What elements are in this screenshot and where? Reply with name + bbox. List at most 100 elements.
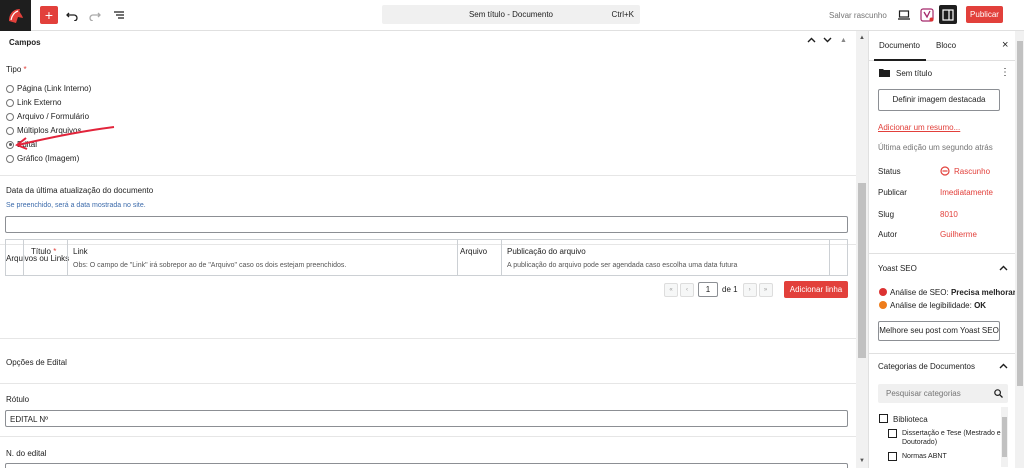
chevron-up-icon[interactable] (805, 34, 817, 46)
radio-label: Link Externo (17, 98, 62, 107)
rotulo-input[interactable]: EDITAL Nº (5, 410, 848, 427)
chevron-up-icon[interactable] (999, 264, 1008, 273)
meta-key-autor: Autor (878, 230, 898, 239)
add-row-button[interactable]: Adicionar linha (784, 281, 848, 298)
preview-icon[interactable] (896, 7, 912, 23)
rotulo-value: EDITAL Nº (10, 415, 49, 424)
search-icon[interactable] (994, 389, 1003, 400)
table-header-link: Link (73, 247, 88, 256)
radio-arquivo[interactable]: Arquivo / Formulário (6, 112, 89, 121)
data-atualizacao-label: Data da última atualização do documento (6, 186, 154, 195)
table-handle-col (6, 240, 24, 275)
settings-sidebar-icon[interactable] (939, 5, 957, 24)
divider (0, 338, 856, 339)
category-checkbox[interactable] (888, 452, 897, 461)
campos-title: Campos (9, 38, 41, 47)
list-view-icon[interactable] (111, 7, 127, 23)
scroll-down-icon[interactable]: ▼ (859, 458, 865, 464)
radio-pagina[interactable]: Página (Link Interno) (6, 84, 91, 93)
site-logo[interactable] (0, 0, 31, 31)
first-page-button[interactable]: « (664, 282, 678, 297)
meta-value-status[interactable]: Rascunho (954, 167, 990, 176)
readability-ok-icon (879, 301, 887, 309)
category-label: Normas ABNT (902, 453, 947, 460)
chevron-down-icon[interactable] (821, 34, 833, 46)
meta-key-slug: Slug (878, 210, 895, 219)
last-edit-text: Última edição um segundo atrás (878, 143, 993, 152)
arquivos-table: Título * Link Obs: O campo de "Link" irá… (5, 239, 848, 276)
last-page-button[interactable]: » (758, 282, 773, 297)
table-col-publicacao: Publicação do arquivo A publicação do ar… (502, 240, 830, 275)
add-excerpt-link[interactable]: Adicionar um resumo... (878, 123, 960, 132)
categories-scrollbar[interactable] (1001, 407, 1008, 467)
undo-icon[interactable] (64, 7, 80, 23)
tab-block[interactable]: Bloco (936, 41, 956, 50)
yoast-title: Yoast SEO (878, 264, 917, 273)
divider (0, 175, 856, 176)
redo-icon[interactable] (87, 7, 103, 23)
table-header-arquivo: Arquivo (460, 247, 488, 256)
table-header-publicacao: Publicação do arquivo (507, 247, 586, 256)
publicacao-note: A publicação do arquivo pode ser agendad… (507, 262, 738, 269)
table-col-titulo: Título * (24, 240, 68, 275)
tab-document[interactable]: Documento (879, 41, 920, 50)
category-label: Dissertação e Tese (Mestrado e Doutorado… (902, 430, 1001, 446)
category-checkbox[interactable] (888, 429, 897, 438)
table-pagination: « ‹ 1 de 1 › » (664, 282, 773, 297)
categories-search-input[interactable] (878, 384, 990, 403)
chevron-up-icon[interactable] (999, 362, 1008, 371)
more-options-icon[interactable]: ⋮ (1000, 67, 1010, 78)
scroll-up-icon[interactable]: ▲ (859, 35, 865, 41)
scroll-thumb[interactable] (858, 183, 866, 358)
radio-circle[interactable] (6, 154, 14, 163)
close-icon[interactable]: × (1002, 39, 1008, 51)
active-tab-indicator (874, 59, 926, 61)
meta-value-publicar[interactable]: Imediatamente (940, 188, 993, 197)
radio-link-externo[interactable]: Link Externo (6, 98, 61, 107)
divider (0, 436, 856, 437)
draft-status-icon (940, 166, 950, 178)
radio-circle[interactable] (6, 84, 14, 93)
numero-edital-input[interactable] (5, 463, 848, 468)
prev-page-button[interactable]: ‹ (680, 282, 694, 297)
next-page-button[interactable]: › (742, 282, 757, 297)
meta-value-autor[interactable]: Guilherme (940, 230, 977, 239)
link-note: Obs: O campo de "Link" irá sobrepor ao d… (73, 262, 347, 269)
page-number-input[interactable]: 1 (698, 282, 718, 297)
readability-analysis: Análise de legibilidade: OK (890, 301, 987, 310)
yoast-improve-button[interactable]: Melhore seu post com Yoast SEO (878, 321, 1000, 341)
meta-key-status: Status (878, 167, 901, 176)
scroll-thumb[interactable] (1002, 417, 1007, 457)
add-block-button[interactable]: + (40, 6, 58, 24)
radio-circle[interactable] (6, 112, 14, 121)
scroll-thumb[interactable] (1017, 41, 1023, 386)
table-header-titulo: Título * (31, 247, 57, 256)
save-draft-button[interactable]: Salvar rascunho (829, 11, 887, 20)
document-title-bar[interactable]: Sem título - Documento Ctrl+K (382, 5, 640, 24)
table-col-link: Link Obs: O campo de "Link" irá sobrepor… (68, 240, 458, 275)
tipo-label: Tipo * (6, 65, 27, 74)
radio-grafico[interactable]: Gráfico (Imagem) (6, 154, 79, 163)
editor-scrollbar[interactable]: ▲ ▼ (856, 31, 868, 468)
featured-image-button[interactable]: Definir imagem destacada (878, 89, 1000, 111)
yoast-icon[interactable] (918, 5, 936, 24)
collapse-panel-icon[interactable]: ▲ (840, 37, 847, 44)
publish-button[interactable]: Publicar (966, 6, 1003, 23)
radio-circle[interactable] (6, 98, 14, 107)
sidebar-scrollbar[interactable] (1015, 31, 1024, 468)
data-atualizacao-hint: Se preenchido, será a data mostrada no s… (6, 202, 146, 209)
post-title: Sem título (896, 69, 933, 78)
panel-order-controls (805, 34, 833, 46)
divider (869, 353, 1015, 354)
data-atualizacao-input[interactable] (5, 216, 848, 233)
sidebar-tabs: Documento Bloco × (869, 31, 1015, 61)
radio-label: Arquivo / Formulário (17, 112, 90, 121)
document-title: Sem título - Documento (468, 10, 554, 19)
helmet-icon (8, 8, 23, 23)
category-checkbox[interactable] (879, 414, 888, 423)
seo-analysis: Análise de SEO: Precisa melhorar (890, 288, 1016, 297)
meta-value-slug[interactable]: 8010 (940, 210, 958, 219)
numero-edital-label: N. do edital (6, 449, 47, 458)
categories-search[interactable] (878, 384, 1008, 403)
category-label: Biblioteca (893, 415, 928, 424)
